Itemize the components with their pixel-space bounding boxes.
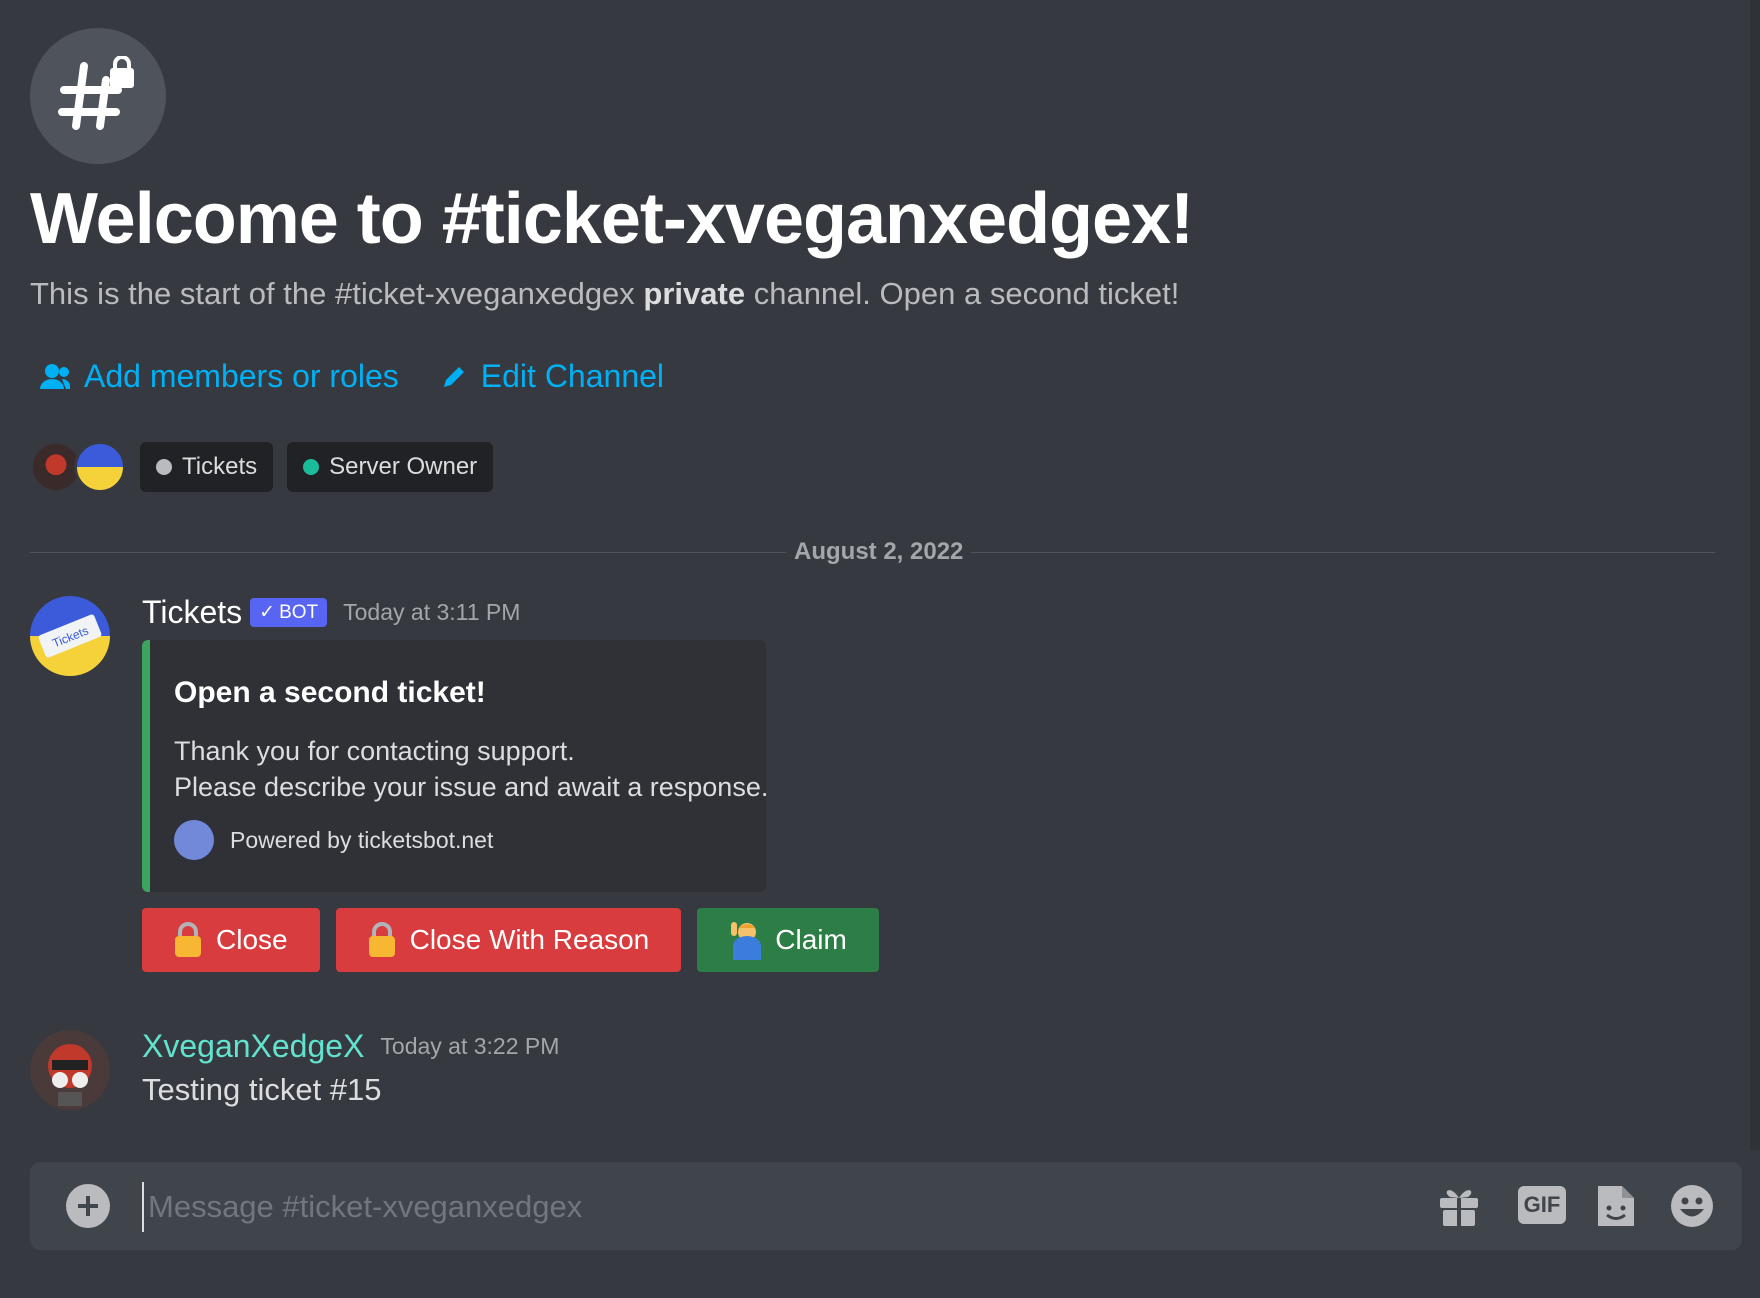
ticketsbot-icon [174, 820, 214, 860]
ticket-embed: Open a second ticket! Thank you for cont… [142, 640, 769, 892]
smiley-face-icon [1671, 1185, 1713, 1227]
message-timestamp: Today at 3:11 PM [343, 599, 521, 625]
embed-description-line: Thank you for contacting support. [174, 736, 575, 766]
sticker-button[interactable] [1596, 1184, 1636, 1233]
embed-footer: Powered by ticketsbot.net [174, 820, 493, 860]
check-icon: ✓ [259, 602, 276, 623]
role-pill-tickets[interactable]: Tickets [140, 442, 274, 492]
add-members-button[interactable]: Add members or roles [40, 358, 399, 395]
person-raising-hand-icon [731, 922, 762, 960]
member-avatar-tickets[interactable] [74, 441, 126, 493]
message-composer: GIF [30, 1162, 1742, 1250]
subtitle-bold: private [643, 276, 746, 311]
subtitle-text: This is the start of the #ticket-xveganx… [30, 276, 644, 311]
gift-icon [1440, 1190, 1478, 1226]
role-name: Tickets [182, 453, 258, 480]
avatar-tickets-bot[interactable]: Tickets [30, 596, 110, 676]
embed-footer-text: Powered by ticketsbot.net [230, 826, 494, 853]
ticket-actions: Close Close With Reason Claim [142, 908, 879, 972]
role-name: Server Owner [329, 453, 478, 480]
claim-ticket-button[interactable]: Claim [697, 908, 879, 972]
edit-channel-button[interactable]: Edit Channel [441, 358, 664, 395]
welcome-title: Welcome to #ticket-xveganxedgex! [30, 179, 1194, 259]
chat-area: Welcome to #ticket-xveganxedgex! This is… [0, 0, 1760, 1298]
message-header-xveganxedgex: XveganXedgeX Today at 3:22 PM [142, 1028, 559, 1065]
sticker-icon [1598, 1186, 1634, 1226]
button-label: Close [216, 924, 288, 955]
close-with-reason-button[interactable]: Close With Reason [335, 908, 682, 972]
bot-badge: ✓ BOT [250, 598, 328, 627]
subtitle-text-end: channel. Open a second ticket! [745, 276, 1180, 311]
add-members-label: Add members or roles [84, 358, 399, 394]
edit-channel-label: Edit Channel [480, 358, 665, 394]
pencil-icon [443, 366, 464, 387]
date-divider-label: August 2, 2022 [786, 538, 972, 566]
avatar-xveganxedgex[interactable] [30, 1030, 110, 1110]
message-input[interactable] [142, 1182, 1350, 1232]
gif-icon: GIF [1518, 1186, 1566, 1224]
gift-button[interactable] [1438, 1184, 1480, 1233]
embed-description-line: Please describe your issue and await a r… [174, 772, 769, 802]
channel-members-row: Tickets Server Owner [30, 441, 494, 493]
button-label: Claim [775, 924, 847, 955]
channel-subtitle: This is the start of the #ticket-xveganx… [30, 276, 1179, 312]
bot-badge-label: BOT [279, 601, 319, 623]
add-person-icon [40, 363, 70, 389]
emoji-button[interactable] [1670, 1184, 1714, 1233]
close-ticket-button[interactable]: Close [142, 908, 320, 972]
lock-icon [175, 922, 201, 957]
scrollbar[interactable] [1750, 0, 1760, 1150]
author-name[interactable]: XveganXedgeX [142, 1028, 364, 1065]
gif-button[interactable]: GIF [1518, 1186, 1566, 1224]
role-color-dot [156, 459, 172, 475]
role-pill-server-owner[interactable]: Server Owner [287, 442, 494, 492]
channel-actions: Add members or roles Edit Channel [40, 358, 664, 395]
button-label: Close With Reason [409, 924, 650, 955]
private-channel-icon [30, 28, 166, 164]
message-content: Testing ticket #15 [142, 1072, 382, 1107]
author-name[interactable]: Tickets [142, 594, 242, 631]
embed-title: Open a second ticket! [174, 676, 486, 709]
upload-plus-button[interactable] [66, 1184, 110, 1228]
lock-icon [368, 922, 395, 957]
message-timestamp: Today at 3:22 PM [380, 1033, 560, 1059]
role-color-dot [303, 459, 320, 475]
message-header-tickets: Tickets ✓ BOT Today at 3:11 PM [142, 594, 520, 631]
plus-icon [78, 1196, 98, 1216]
